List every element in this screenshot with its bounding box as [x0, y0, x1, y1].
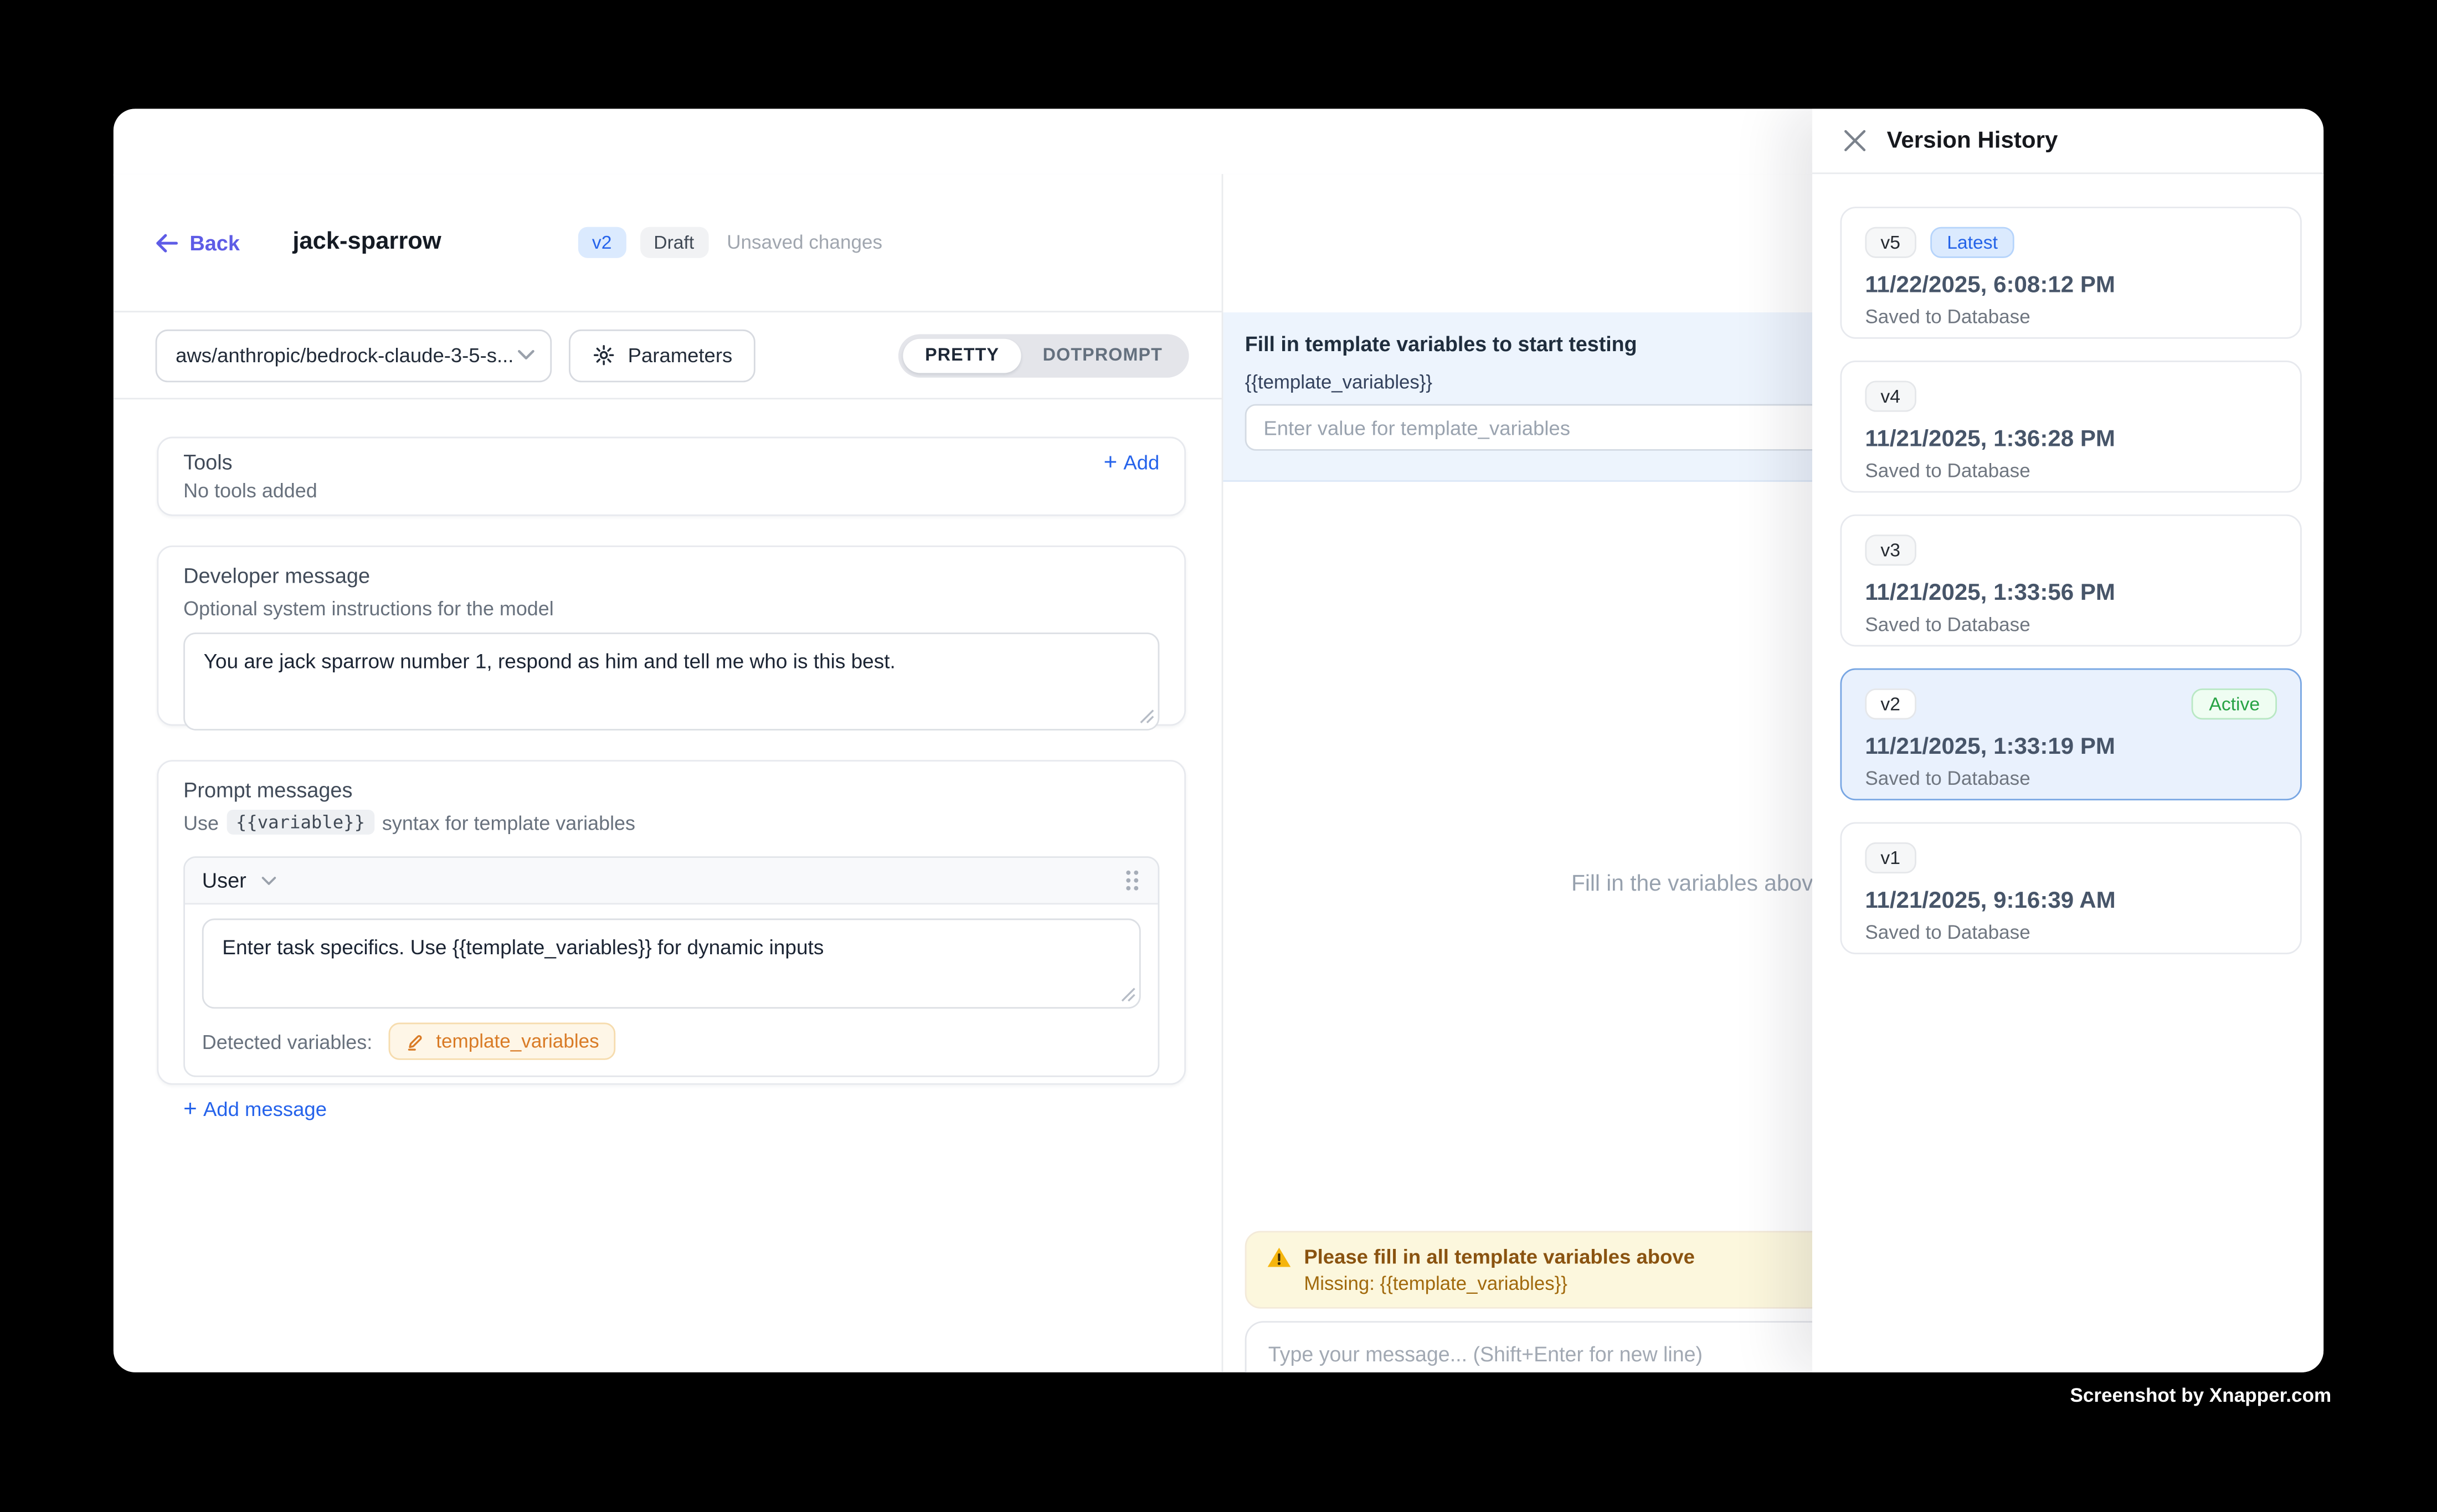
version-date: 11/22/2025, 6:08:12 PM [1865, 272, 2277, 299]
gear-icon [592, 343, 615, 367]
version-card-v2-active[interactable]: v2 Active 11/21/2025, 1:33:19 PM Saved t… [1840, 668, 2301, 801]
prompt-messages-title: Prompt messages [183, 779, 1159, 802]
add-tool-label: Add [1123, 451, 1159, 474]
watermark-text: Screenshot by Xnapper.com [2070, 1385, 2331, 1406]
template-variable-name: template_variables [436, 1030, 599, 1052]
version-date: 11/21/2025, 1:33:56 PM [1865, 580, 2277, 606]
message-block: User [183, 856, 1159, 1077]
tools-empty-text: No tools added [183, 479, 1159, 502]
plus-icon: + [1104, 453, 1118, 472]
format-toggle: PRETTY DOTPROMPT [898, 333, 1189, 377]
parameters-label: Parameters [628, 343, 733, 367]
resize-handle-icon[interactable] [1139, 709, 1155, 724]
version-note: Saved to Database [1865, 768, 2277, 789]
arrow-left-icon [156, 233, 179, 253]
app-window: Back jack-sparrow v2 Draft Unsaved chang… [114, 109, 2323, 1372]
detected-variables-row: Detected variables: template_variables [185, 1009, 1158, 1076]
hint-suffix: syntax for template variables [382, 810, 635, 834]
add-message-label: Add message [203, 1097, 327, 1120]
model-select-value: aws/anthropic/bedrock-claude-3-5-s... [176, 343, 517, 367]
back-button[interactable]: Back [156, 231, 240, 254]
version-badge: v2 [578, 227, 626, 258]
hint-prefix: Use [183, 810, 219, 834]
version-history-panel: Version History v5 Latest 11/22/2025, 6:… [1812, 109, 2323, 1372]
prompt-messages-card: Prompt messages Use {{variable}} syntax … [157, 760, 1186, 1084]
version-note: Saved to Database [1865, 614, 2277, 635]
active-badge: Active [2192, 688, 2277, 719]
variable-syntax-chip: {{variable}} [227, 810, 374, 835]
chevron-down-icon [260, 876, 276, 885]
drag-handle-icon[interactable] [1124, 869, 1141, 892]
screenshot-stage: Back jack-sparrow v2 Draft Unsaved chang… [0, 0, 2437, 1512]
warning-icon [1267, 1246, 1292, 1267]
version-date: 11/21/2025, 9:16:39 AM [1865, 887, 2277, 914]
developer-message-input[interactable]: You are jack sparrow number 1, respond a… [183, 632, 1159, 731]
version-date: 11/21/2025, 1:36:28 PM [1865, 426, 2277, 452]
prompt-editor-pane: Back jack-sparrow v2 Draft Unsaved chang… [114, 174, 1223, 1372]
prompt-header: Back jack-sparrow v2 Draft Unsaved chang… [114, 174, 1222, 312]
developer-message-subtitle: Optional system instructions for the mod… [183, 597, 1159, 620]
version-card-v5[interactable]: v5 Latest 11/22/2025, 6:08:12 PM Saved t… [1840, 207, 2301, 339]
version-date: 11/21/2025, 1:33:19 PM [1865, 733, 2277, 760]
version-card-v4[interactable]: v4 11/21/2025, 1:36:28 PM Saved to Datab… [1840, 361, 2301, 493]
role-select[interactable]: User [202, 869, 276, 892]
latest-badge: Latest [1930, 227, 2015, 258]
chevron-down-icon [517, 349, 534, 361]
add-tool-button[interactable]: + Add [1104, 451, 1160, 474]
version-id-badge: v4 [1865, 380, 1916, 412]
prompt-syntax-hint: Use {{variable}} syntax for template var… [183, 810, 1159, 835]
back-label: Back [189, 231, 240, 254]
user-message-input[interactable]: Enter task specifics. Use {{template_var… [202, 918, 1141, 1009]
draft-badge: Draft [640, 227, 708, 258]
version-id-badge: v5 [1865, 227, 1916, 258]
version-note: Saved to Database [1865, 460, 2277, 482]
detected-variables-label: Detected variables: [202, 1030, 372, 1053]
add-message-button[interactable]: + Add message [183, 1097, 1159, 1120]
page-title: jack-sparrow [292, 228, 441, 256]
version-id-badge: v1 [1865, 842, 1916, 873]
version-note: Saved to Database [1865, 306, 2277, 328]
pencil-icon [405, 1031, 425, 1051]
developer-message-title: Developer message [183, 564, 1159, 588]
version-card-v3[interactable]: v3 11/21/2025, 1:33:56 PM Saved to Datab… [1840, 515, 2301, 647]
warning-title-text: Please fill in all template variables ab… [1304, 1245, 1695, 1268]
plus-icon: + [183, 1099, 197, 1118]
version-history-title: Version History [1887, 127, 2058, 154]
unsaved-changes-label: Unsaved changes [727, 232, 882, 253]
version-id-badge: v2 [1865, 688, 1916, 719]
close-icon[interactable] [1843, 129, 1867, 152]
version-id-badge: v3 [1865, 534, 1916, 565]
developer-message-card: Developer message Optional system instru… [157, 546, 1186, 726]
version-card-v1[interactable]: v1 11/21/2025, 9:16:39 AM Saved to Datab… [1840, 822, 2301, 954]
version-note: Saved to Database [1865, 922, 2277, 943]
parameters-button[interactable]: Parameters [569, 328, 755, 381]
message-role-header: User [185, 858, 1158, 904]
model-toolbar: aws/anthropic/bedrock-claude-3-5-s... Pa… [114, 312, 1222, 399]
prompt-editor-content: Tools + Add No tools added Developer mes… [114, 399, 1222, 1084]
toggle-dotprompt[interactable]: DOTPROMPT [1021, 338, 1184, 372]
toggle-pretty[interactable]: PRETTY [903, 338, 1021, 372]
model-select[interactable]: aws/anthropic/bedrock-claude-3-5-s... [156, 328, 552, 381]
version-history-header: Version History [1812, 109, 2323, 174]
tools-title: Tools [183, 451, 232, 474]
resize-handle-icon[interactable] [1120, 987, 1136, 1002]
tools-card: Tools + Add No tools added [157, 437, 1186, 516]
version-list: v5 Latest 11/22/2025, 6:08:12 PM Saved t… [1812, 174, 2323, 954]
template-variable-chip[interactable]: template_variables [388, 1022, 616, 1060]
role-label: User [202, 869, 246, 892]
